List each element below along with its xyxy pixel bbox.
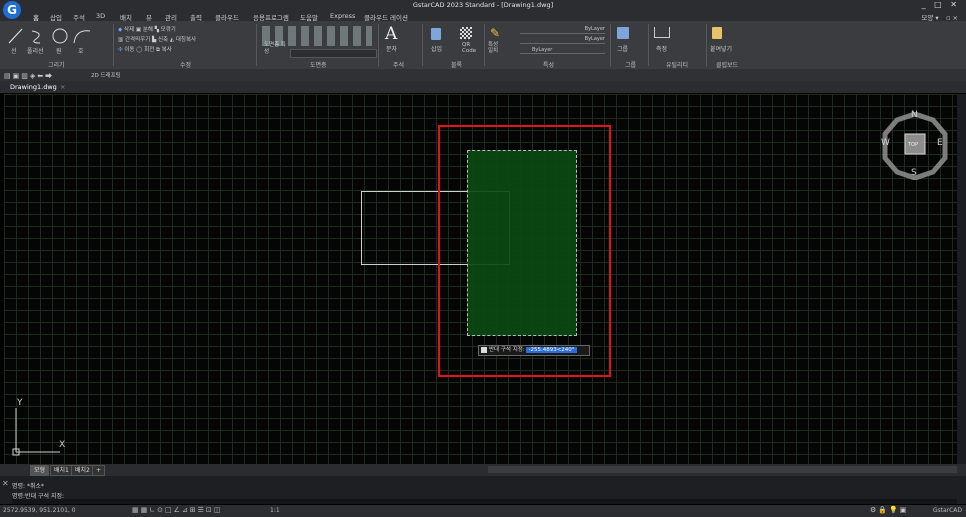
- panel-label-group[interactable]: 그룹: [625, 60, 636, 69]
- draw-line-label[interactable]: 선: [11, 46, 17, 55]
- ribbon-tab-bar: [0, 11, 966, 21]
- ribbon-separator: [610, 24, 611, 66]
- insert-label[interactable]: 삽입: [431, 44, 442, 53]
- paste-label[interactable]: 붙여넣기: [710, 44, 732, 53]
- ribbon-separator: [422, 24, 423, 66]
- viewcube-top-label[interactable]: TOP: [908, 142, 918, 148]
- modify-rotate: 회전: [144, 47, 155, 53]
- panel-label-layer[interactable]: 도면층: [310, 60, 327, 69]
- arc-icon: [73, 30, 91, 44]
- tab-layout2[interactable]: 배치2: [71, 465, 94, 476]
- viewcube-west[interactable]: W: [881, 138, 890, 148]
- add-layout-button[interactable]: +: [92, 465, 106, 476]
- linetype-dropdown[interactable]: ByLayer: [520, 36, 605, 44]
- line-icon: [8, 28, 23, 44]
- document-tab[interactable]: Drawing1.dwg: [10, 83, 57, 91]
- window-title: GstarCAD 2023 Standard - [Drawing1.dwg]: [412, 1, 554, 9]
- panel-label-modify[interactable]: 수정: [180, 60, 191, 69]
- viewcube-south[interactable]: S: [911, 168, 917, 178]
- dynamic-input-tooltip: 반대 구석 지정: -255.4893<240°: [478, 345, 590, 356]
- qr-code-label[interactable]: QR Code: [462, 42, 482, 54]
- panel-label-block[interactable]: 블록: [451, 60, 462, 69]
- document-close-icon[interactable]: ×: [60, 83, 65, 91]
- coordinate-readout: 2572.9539, 951.2101, 0: [3, 507, 76, 514]
- modify-stretch: 신축: [158, 37, 169, 43]
- tooltip-prompt: 반대 구석 지정:: [489, 347, 525, 353]
- close-command-icon[interactable]: ✕: [2, 479, 9, 488]
- panel-label-annotate[interactable]: 주석: [393, 60, 404, 69]
- annotation-scale[interactable]: 1:1: [270, 507, 280, 514]
- modify-mirror: 대칭복사: [175, 37, 197, 43]
- vertical-scrollbar[interactable]: [957, 94, 966, 464]
- measure-icon[interactable]: [654, 27, 670, 38]
- color-dropdown[interactable]: ByLayer: [520, 26, 605, 34]
- group-label[interactable]: 그룹: [617, 44, 628, 53]
- ucs-y-label: Y: [17, 398, 23, 408]
- ribbon-separator: [648, 24, 649, 66]
- draw-arc-label[interactable]: 호: [78, 46, 84, 55]
- modify-move: 이동: [124, 47, 135, 53]
- workspace-selector[interactable]: 2D 드래프팅: [91, 71, 151, 79]
- tab-3d[interactable]: 3D: [96, 12, 105, 20]
- input-icon: [481, 346, 487, 353]
- layer-dropdown[interactable]: [290, 49, 377, 58]
- ribbon-separator: [378, 24, 379, 66]
- viewcube-north[interactable]: N: [911, 110, 918, 120]
- status-toggle-icons[interactable]: ▦▦∟⊙□∠⊿⊞☰⊡◫: [132, 506, 222, 514]
- tooltip-value-field[interactable]: -255.4893<240°: [526, 347, 577, 353]
- tab-express[interactable]: Express: [330, 12, 355, 20]
- modify-tools[interactable]: ◆ 삭제 ▣ 분해 ▚ 모깎기 ▥ 간격띄우기 ▙ 신축 ◭ 대칭복사 ✣ 이동…: [118, 25, 258, 55]
- panel-label-utility[interactable]: 유틸리티: [666, 60, 688, 69]
- ribbon-separator: [256, 24, 257, 66]
- app-logo[interactable]: G: [3, 1, 21, 19]
- document-tab-bar: [0, 81, 966, 93]
- ribbon-separator: [113, 24, 114, 66]
- draw-tools-icons[interactable]: [6, 25, 106, 47]
- circle-icon: [52, 28, 68, 44]
- draw-polyline-label[interactable]: 폴리선: [27, 46, 44, 55]
- paste-icon[interactable]: [712, 27, 722, 39]
- text-button-label[interactable]: 문자: [386, 44, 397, 53]
- panel-label-properties[interactable]: 특성: [543, 60, 554, 69]
- layer-properties-button[interactable]: 도면층 특성: [264, 42, 286, 56]
- modify-explode: 분해: [142, 27, 153, 33]
- tab-layout1[interactable]: 배치1: [50, 465, 73, 476]
- ucs-x-label: X: [59, 440, 66, 450]
- window-controls[interactable]: _ □ ✕: [922, 0, 960, 9]
- modify-fillet: 모깎기: [160, 27, 176, 33]
- text-a-icon[interactable]: A: [385, 24, 397, 44]
- ribbon-separator: [706, 24, 707, 66]
- match-properties-label[interactable]: 특성 일치: [488, 42, 502, 54]
- ribbon-separator: [484, 24, 485, 66]
- insert-block-icon[interactable]: [431, 28, 441, 40]
- command-history-line: 명령: *취소*: [12, 483, 45, 490]
- status-app-name: GstarCAD: [932, 507, 962, 514]
- draw-circle-label[interactable]: 원: [56, 46, 62, 55]
- highlight-box: [438, 125, 611, 377]
- tab-model[interactable]: 모형: [30, 465, 50, 476]
- panel-label-clipboard[interactable]: 클립보드: [716, 60, 738, 69]
- status-right-icons[interactable]: ⚙🔒💡▣: [870, 506, 908, 514]
- lineweight-dropdown[interactable]: ByLayer: [520, 47, 605, 54]
- modify-offset: 간격띄우기: [124, 37, 151, 43]
- qr-code-icon[interactable]: [460, 27, 472, 39]
- modify-copy: 복사: [161, 47, 172, 53]
- quick-access-icons[interactable]: ▤▣▥◈⬅⮕: [4, 71, 54, 81]
- modify-erase: 삭제: [123, 27, 135, 33]
- command-input[interactable]: [12, 499, 957, 504]
- viewcube-east[interactable]: E: [937, 138, 943, 148]
- match-properties-icon[interactable]: ✎: [490, 26, 500, 40]
- panel-label-draw[interactable]: 그리기: [48, 60, 65, 69]
- measure-label[interactable]: 측정: [656, 44, 667, 53]
- polyline-icon: [31, 30, 41, 44]
- horizontal-scrollbar[interactable]: [488, 466, 957, 473]
- group-icon[interactable]: [617, 27, 629, 39]
